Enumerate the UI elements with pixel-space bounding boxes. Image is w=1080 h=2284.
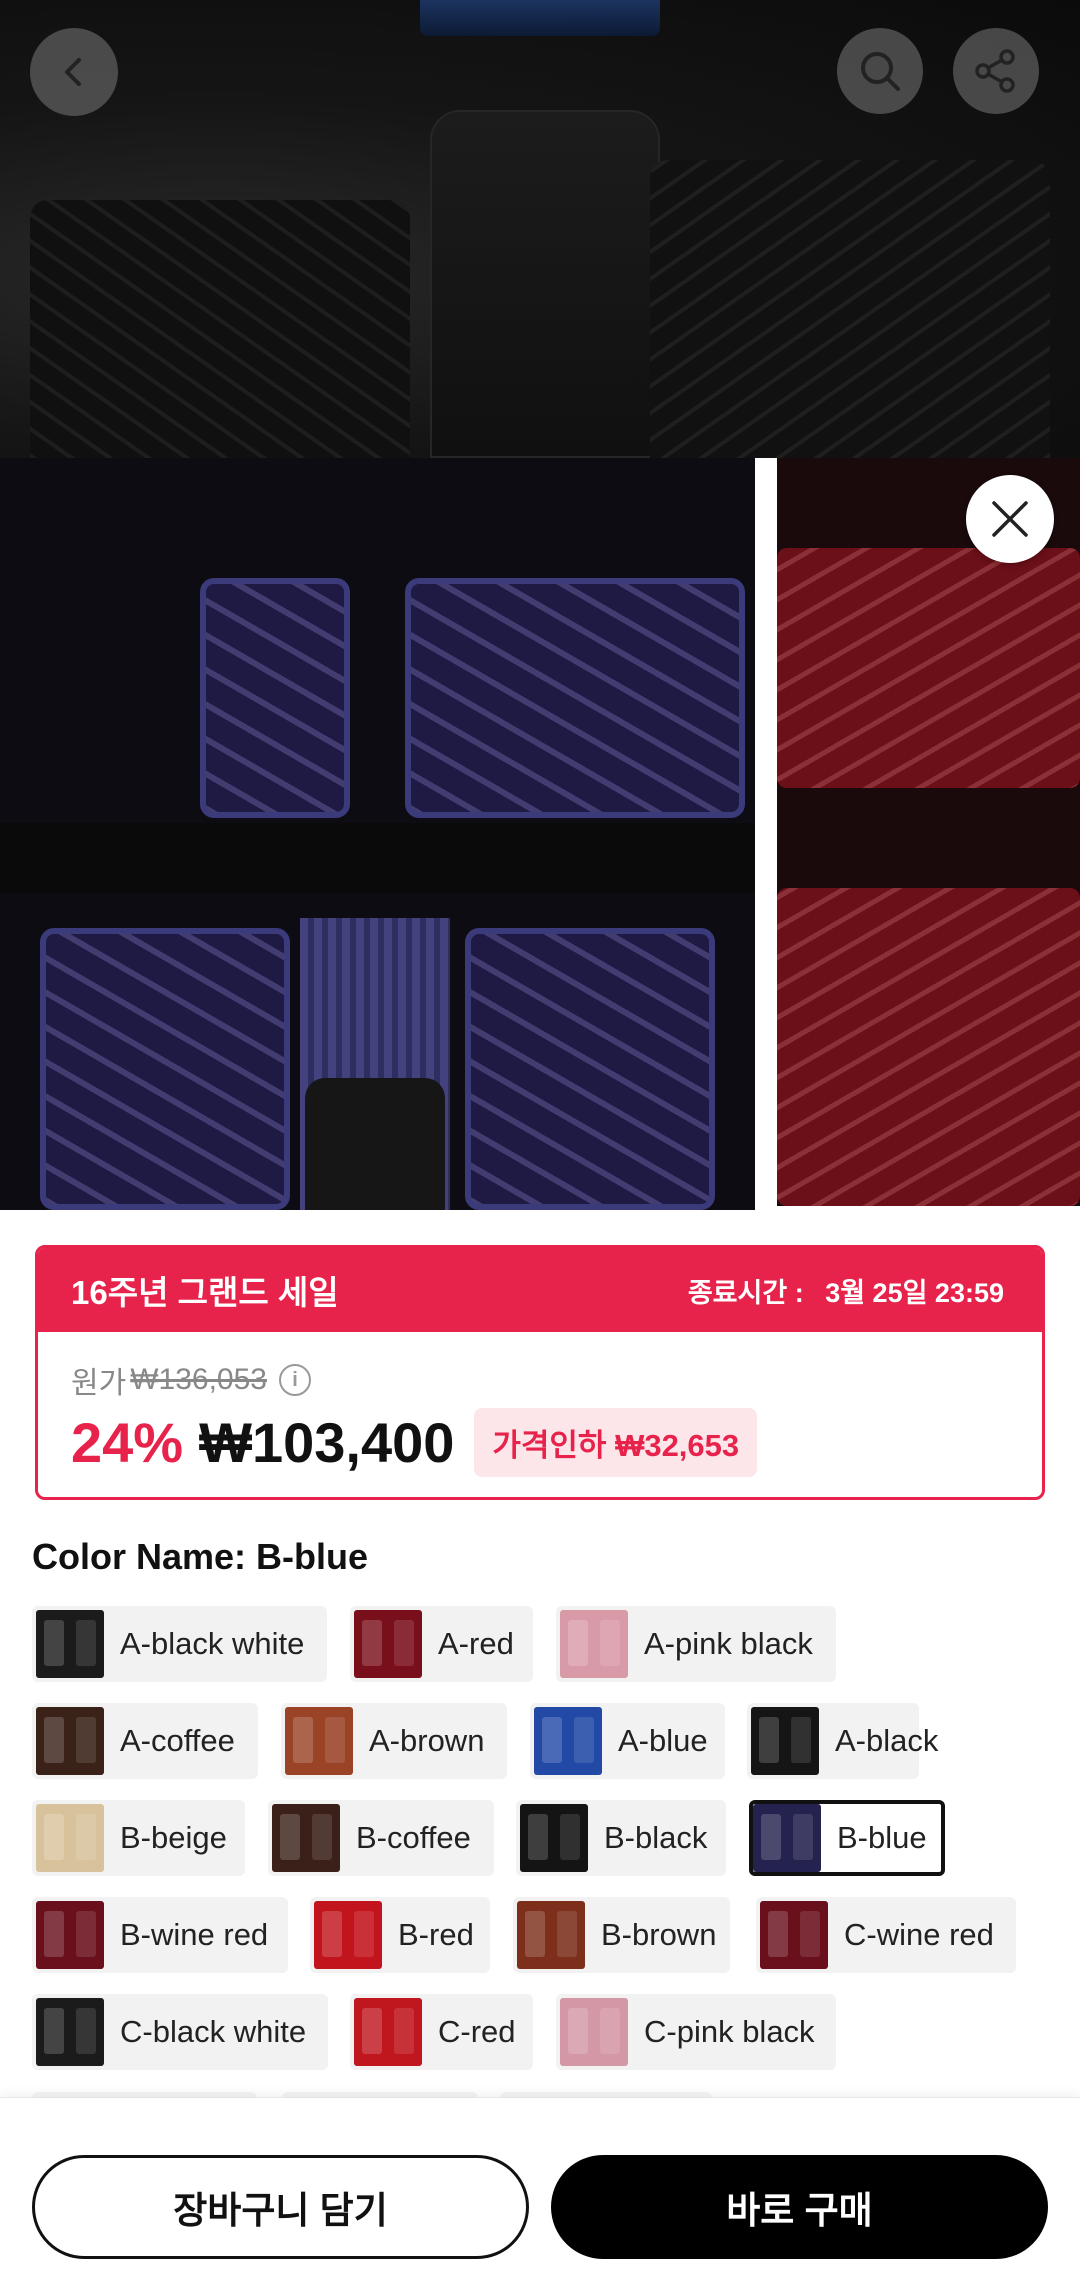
sale-end-label: 종료시간 : [687, 1277, 804, 1308]
color-option-thumbnail [36, 1901, 104, 1969]
color-option-thumbnail [520, 1804, 588, 1872]
sale-box: 16주년 그랜드 세일 종료시간 : 3월 25일 23:59 원가 ₩136,… [35, 1245, 1045, 1500]
color-option-thumbnail [36, 1707, 104, 1775]
original-price-row: 원가 ₩136,053 i [71, 1358, 311, 1402]
color-option-c-red[interactable]: C-red [350, 1994, 533, 2070]
color-option-label: B-wine red [120, 1917, 269, 1952]
color-option-label: B-black [604, 1820, 708, 1855]
floor-mat-left [30, 200, 410, 458]
option-title: Color Name: B-blue [32, 1536, 369, 1577]
color-option-label: B-brown [601, 1917, 717, 1952]
color-option-b-coffee[interactable]: B-coffee [268, 1800, 494, 1876]
color-option-thumbnail [272, 1804, 340, 1872]
color-option-a-coffee[interactable]: A-coffee [32, 1703, 258, 1779]
color-option-b-blue[interactable]: B-blue [749, 1800, 945, 1876]
center-console [430, 110, 660, 458]
color-option-b-brown[interactable]: B-brown [513, 1897, 730, 1973]
color-option-thumbnail [36, 1998, 104, 2066]
color-option-label: B-beige [120, 1820, 227, 1855]
close-icon [992, 501, 1028, 537]
original-price: ₩136,053 [130, 1363, 267, 1396]
color-option-thumbnail [354, 1610, 422, 1678]
discount-percent: 24% [71, 1411, 184, 1474]
sale-header: 16주년 그랜드 세일 종료시간 : 3월 25일 23:59 [38, 1248, 1042, 1332]
color-option-c-wine-red[interactable]: C-wine red [756, 1897, 1016, 1973]
color-option-b-red[interactable]: B-red [310, 1897, 490, 1973]
color-option-label: A-pink black [644, 1626, 813, 1661]
image-gallery[interactable] [0, 458, 1080, 1210]
color-option-label: C-red [438, 2014, 516, 2049]
color-option-thumbnail [36, 1804, 104, 1872]
color-option-c-black-white[interactable]: C-black white [32, 1994, 328, 2070]
color-option-thumbnail [560, 1610, 628, 1678]
color-option-thumbnail [753, 1804, 821, 1872]
color-option-label: B-blue [837, 1820, 927, 1855]
color-option-label: B-coffee [356, 1820, 471, 1855]
color-option-thumbnail [517, 1901, 585, 1969]
color-option-a-red[interactable]: A-red [350, 1606, 533, 1682]
info-icon[interactable]: i [278, 1364, 311, 1396]
back-button[interactable] [30, 28, 118, 116]
color-option-thumbnail [314, 1901, 382, 1969]
share-button[interactable] [953, 28, 1039, 114]
gallery-image-red[interactable] [777, 458, 1080, 1206]
sale-price: ₩103,400 [199, 1411, 455, 1474]
color-option-label: A-coffee [120, 1723, 235, 1758]
dashboard-screen [420, 0, 660, 36]
color-option-b-wine-red[interactable]: B-wine red [32, 1897, 288, 1973]
color-option-thumbnail [751, 1707, 819, 1775]
sale-end-time: 종료시간 : 3월 25일 23:59 [688, 1271, 1004, 1310]
color-option-label: A-red [438, 1626, 514, 1661]
add-to-cart-button[interactable]: 장바구니 담기 [32, 2155, 529, 2259]
price-row: 24% ₩103,400 가격인하 ₩32,653 [71, 1408, 758, 1477]
price-cut-badge: 가격인하 ₩32,653 [474, 1408, 758, 1477]
color-option-label: A-black [835, 1723, 939, 1758]
color-option-label: A-blue [618, 1723, 708, 1758]
gallery-image-blue[interactable] [0, 458, 755, 1210]
floor-mat-right [650, 160, 1050, 458]
color-option-thumbnail [560, 1998, 628, 2066]
color-option-label: C-wine red [844, 1917, 994, 1952]
color-option-a-brown[interactable]: A-brown [281, 1703, 507, 1779]
share-icon [975, 49, 1015, 93]
color-option-thumbnail [534, 1707, 602, 1775]
original-price-label: 원가 [71, 1367, 127, 1400]
close-button[interactable] [966, 475, 1054, 563]
color-option-thumbnail [760, 1901, 828, 1969]
color-option-thumbnail [36, 1610, 104, 1678]
color-option-label: C-black white [120, 2014, 307, 2049]
color-option-label: B-red [398, 1917, 474, 1952]
color-option-label: A-black white [120, 1626, 305, 1661]
color-option-a-black-white[interactable]: A-black white [32, 1606, 327, 1682]
sale-end-value: 3월 25일 23:59 [825, 1277, 1004, 1308]
color-option-thumbnail [354, 1998, 422, 2066]
color-option-label: A-brown [369, 1723, 485, 1758]
search-icon [861, 52, 900, 91]
chevron-left-icon [65, 58, 81, 86]
bottom-action-bar: 장바구니 담기 바로 구매 [0, 2097, 1080, 2284]
color-option-b-beige[interactable]: B-beige [32, 1800, 245, 1876]
color-option-b-black[interactable]: B-black [516, 1800, 726, 1876]
search-button[interactable] [837, 28, 923, 114]
buy-now-button[interactable]: 바로 구매 [551, 2155, 1048, 2259]
color-option-a-pink-black[interactable]: A-pink black [556, 1606, 836, 1682]
sale-title: 16주년 그랜드 세일 [71, 1274, 339, 1311]
color-option-label: C-pink black [644, 2014, 815, 2049]
color-option-c-pink-black[interactable]: C-pink black [556, 1994, 836, 2070]
color-option-a-blue[interactable]: A-blue [530, 1703, 725, 1779]
color-option-thumbnail [285, 1707, 353, 1775]
color-option-a-black[interactable]: A-black [747, 1703, 938, 1779]
